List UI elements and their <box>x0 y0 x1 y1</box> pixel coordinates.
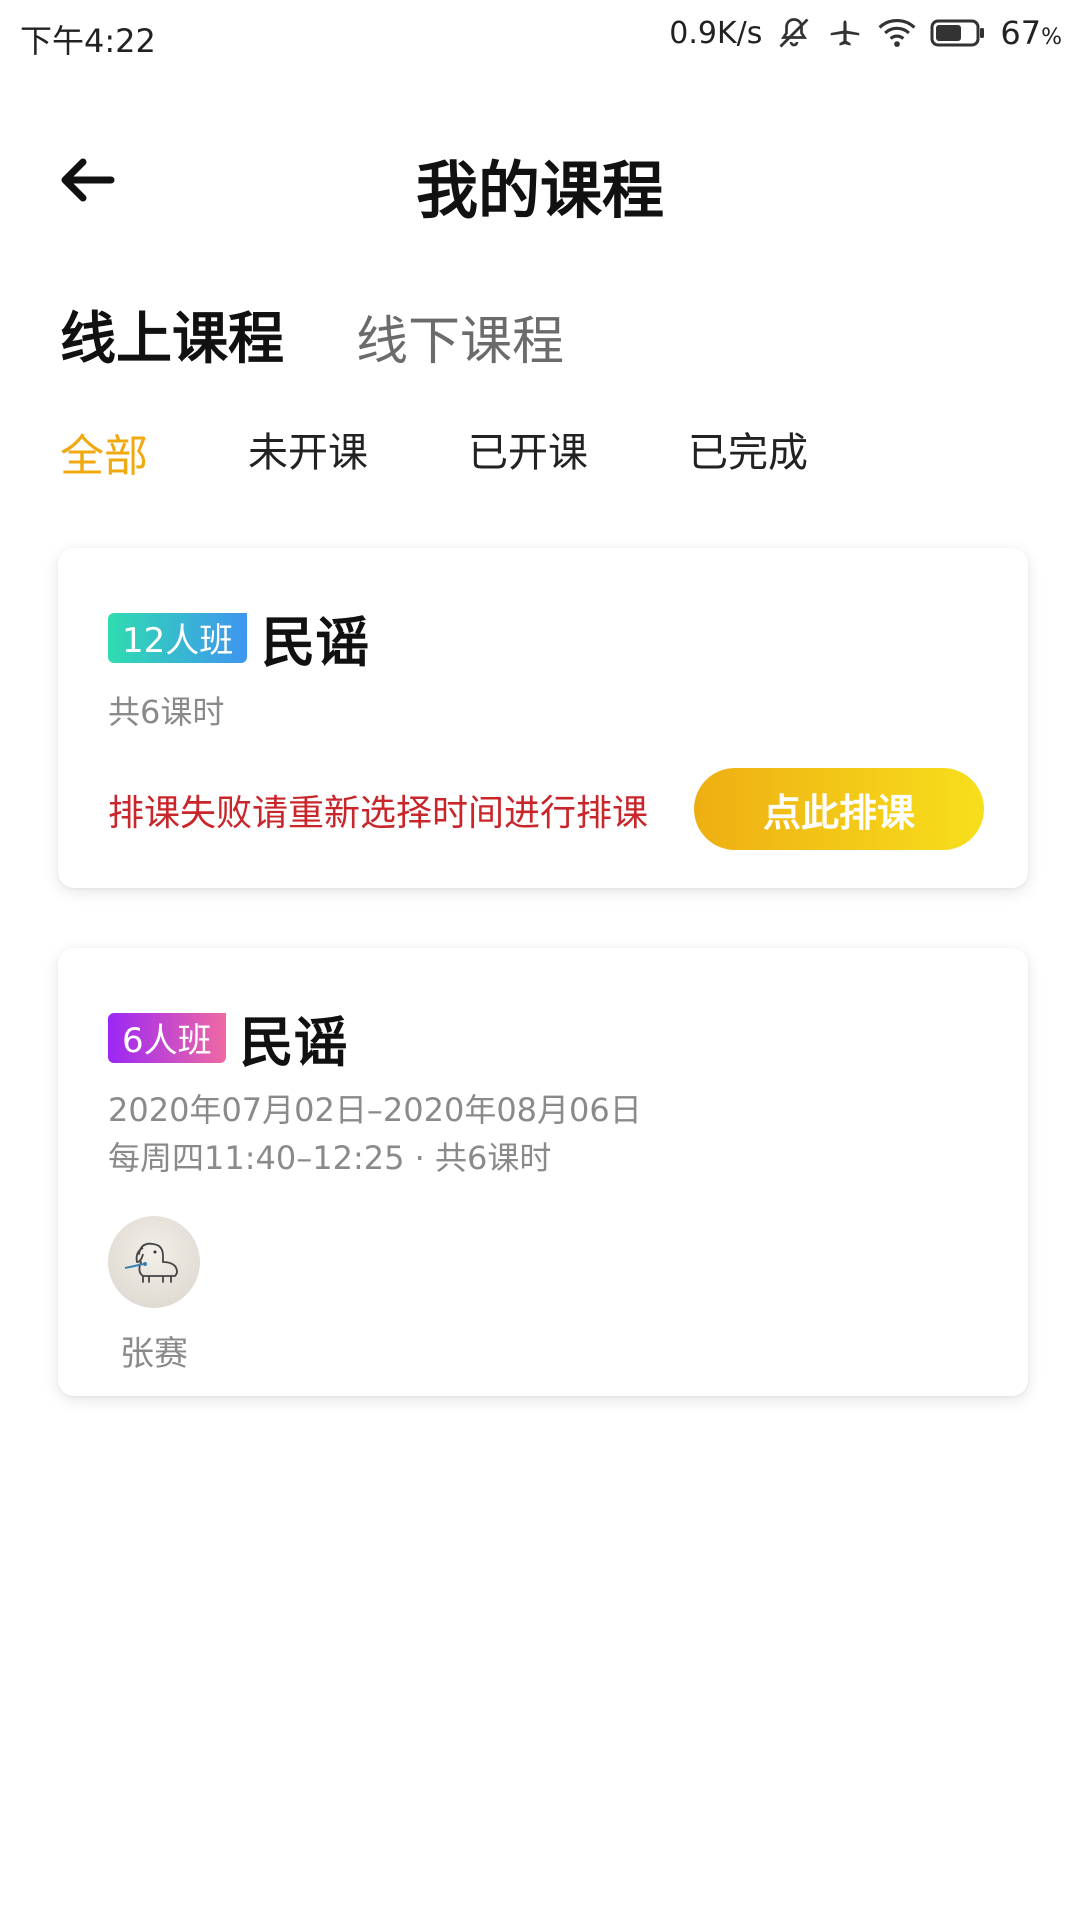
network-speed: 0.9K/s <box>669 15 763 51</box>
filter-in-progress[interactable]: 已开课 <box>468 420 588 484</box>
course-card[interactable]: 6人班 民谣 2020年07月02日–2020年08月06日 每周四11:40–… <box>58 948 1028 1396</box>
page-title: 我的课程 <box>415 154 664 227</box>
class-size-badge: 12人班 <box>108 612 248 663</box>
battery-percent: 67% <box>1000 14 1062 52</box>
mute-icon <box>776 15 812 51</box>
course-hours: 共6课时 <box>108 693 225 731</box>
schedule-button[interactable]: 点此排课 <box>694 768 984 850</box>
teacher[interactable]: 张赛 <box>108 1216 200 1375</box>
tab-label: 线下课程 <box>356 312 565 372</box>
main-tabs: 线上课程 线下课程 <box>60 278 564 374</box>
course-schedule: 每周四11:40–12:25 · 共6课时 <box>108 1139 552 1177</box>
tab-offline-courses[interactable]: 线下课程 <box>356 316 564 368</box>
battery-icon <box>930 18 986 48</box>
header: 我的课程 <box>0 130 1080 230</box>
schedule-error-text: 排课失败请重新选择时间进行排课 <box>108 793 649 834</box>
status-bar: 下午4:22 0.9K/s 67% <box>0 0 1080 76</box>
teacher-name: 张赛 <box>120 1334 188 1374</box>
course-date-range: 2020年07月02日–2020年08月06日 <box>108 1091 642 1129</box>
wifi-icon <box>878 16 916 50</box>
filter-completed[interactable]: 已完成 <box>688 420 808 484</box>
tab-label: 线上课程 <box>60 307 284 372</box>
filter-tabs: 全部 未开课 已开课 已完成 <box>60 420 908 484</box>
avatar <box>108 1216 200 1308</box>
course-name: 民谣 <box>261 611 370 674</box>
class-size-badge: 6人班 <box>108 1012 226 1063</box>
filter-not-started[interactable]: 未开课 <box>248 420 368 484</box>
dog-avatar-icon <box>124 1242 178 1283</box>
course-header: 6人班 民谣 <box>108 998 348 1077</box>
tab-online-courses[interactable]: 线上课程 <box>60 312 284 374</box>
filter-all[interactable]: 全部 <box>60 420 148 484</box>
course-card[interactable]: 12人班 民谣 共6课时 排课失败请重新选择时间进行排课 点此排课 <box>58 548 1028 888</box>
airplane-icon <box>826 14 864 52</box>
status-time: 下午4:22 <box>20 22 156 60</box>
status-icons: 0.9K/s 67% <box>669 14 1062 52</box>
course-name: 民谣 <box>239 1011 348 1074</box>
course-header: 12人班 民谣 <box>108 598 369 677</box>
